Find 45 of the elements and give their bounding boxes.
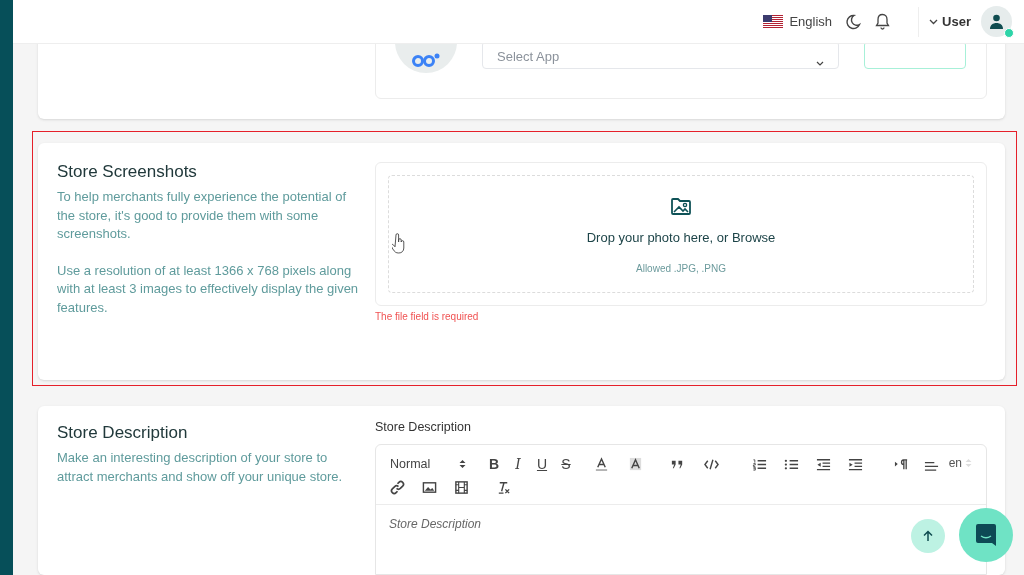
flag-icon (763, 15, 784, 28)
bold-button[interactable]: B (486, 456, 502, 473)
dropzone-hint: Allowed .JPG, .PNG (636, 261, 726, 276)
chevron-down-icon (929, 18, 939, 25)
chat-icon (976, 524, 996, 546)
italic-button[interactable]: I (510, 456, 526, 473)
image-folder-icon (670, 197, 692, 216)
indent-icon[interactable] (848, 456, 863, 472)
arrow-up-icon (923, 530, 933, 542)
notification-bell-icon[interactable] (875, 13, 891, 30)
dropzone-text: Drop your photo here, or Browse (586, 229, 776, 247)
ordered-list-icon[interactable] (752, 456, 767, 472)
sort-arrows-icon (459, 459, 466, 470)
section-description: To help merchants fully experience the potential of the store, it's good to provide them with some screenshots. (57, 188, 348, 243)
section-description: Use a resolution of at least 1366 x 768 pixels along with at least 3 images to effectively display the given features. (57, 261, 360, 317)
hand-cursor-icon (392, 233, 406, 255)
link-icon[interactable] (390, 479, 405, 495)
user-menu[interactable]: User (929, 11, 971, 32)
editor-placeholder[interactable]: Store Description (389, 515, 482, 533)
user-avatar[interactable] (981, 6, 1012, 37)
app-logo-icon (412, 53, 440, 67)
film-icon[interactable] (454, 479, 469, 495)
dropzone[interactable]: Drop your photo here, or Browse Allowed .JPG, .PNG (388, 175, 974, 293)
chevron-down-icon (816, 61, 824, 66)
dark-mode-icon[interactable] (845, 13, 862, 30)
text-color-icon[interactable] (594, 456, 609, 472)
clear-format-icon[interactable] (496, 479, 511, 495)
user-name: User (942, 12, 971, 31)
language-switcher[interactable]: English (763, 11, 833, 32)
error-message: The file field is required (375, 310, 480, 324)
section-title: Store Description (57, 423, 189, 443)
language-select[interactable]: en (948, 454, 972, 472)
sort-arrows-icon (965, 458, 972, 468)
person-icon (989, 14, 1004, 29)
field-label: Store Description (375, 419, 472, 435)
strikethrough-button[interactable]: S (558, 456, 574, 473)
underline-button[interactable]: U (534, 456, 550, 473)
outdent-icon[interactable] (816, 456, 831, 472)
section-title: Store Screenshots (57, 162, 198, 182)
text-direction-icon[interactable] (894, 456, 909, 472)
image-icon[interactable] (422, 479, 437, 495)
highlight-icon[interactable] (628, 456, 643, 472)
format-select[interactable]: Normal (390, 455, 466, 474)
language-label: English (789, 12, 833, 31)
section-description: Make an interesting description of your store to attract merchants and show off your unique store. (57, 449, 344, 486)
